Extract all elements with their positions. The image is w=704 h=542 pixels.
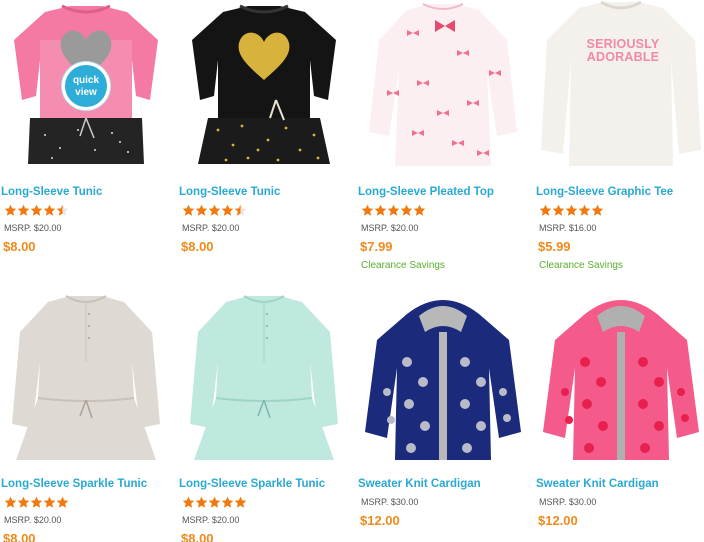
rating-stars (4, 496, 69, 510)
star-full-icon (552, 204, 565, 216)
star-full-icon (374, 204, 387, 216)
star-full-icon (30, 496, 43, 508)
star-half-icon (234, 204, 247, 216)
clearance-label: Clearance Savings (361, 260, 445, 271)
star-full-icon (208, 204, 221, 216)
star-full-icon (195, 496, 208, 508)
sale-price: $7.99 (360, 239, 393, 254)
product-name[interactable]: Sweater Knit Cardigan (536, 478, 659, 490)
product-name[interactable]: Long-Sleeve Tunic (179, 186, 280, 198)
quick-view-button[interactable]: quick view (62, 62, 110, 110)
graphic-text: SERIOUSLY ADORABLE (586, 37, 660, 64)
sale-price: $8.00 (181, 531, 214, 542)
sale-price: $8.00 (3, 531, 36, 542)
msrp-price: MSRP. $20.00 (182, 223, 240, 233)
msrp-price: MSRP. $30.00 (539, 497, 597, 507)
product-image-black-gold-heart-tunic[interactable] (178, 0, 350, 172)
sale-price: $8.00 (181, 239, 214, 254)
msrp-price: MSRP. $20.00 (361, 223, 419, 233)
rating-stars (361, 204, 426, 218)
star-full-icon (234, 496, 247, 508)
star-full-icon (56, 496, 69, 508)
product-card[interactable]: quick view Long-Sleeve Tunic MSRP. $20.0… (0, 0, 172, 260)
star-full-icon (361, 204, 374, 216)
star-full-icon (221, 496, 234, 508)
star-full-icon (182, 204, 195, 216)
product-name[interactable]: Long-Sleeve Graphic Tee (536, 186, 673, 198)
star-full-icon (387, 204, 400, 216)
star-full-icon (17, 204, 30, 216)
star-full-icon (578, 204, 591, 216)
star-full-icon (539, 204, 552, 216)
star-full-icon (17, 496, 30, 508)
product-grid: quick view Long-Sleeve Tunic MSRP. $20.0… (0, 0, 704, 542)
star-full-icon (413, 204, 426, 216)
star-full-icon (4, 496, 17, 508)
star-full-icon (43, 204, 56, 216)
rating-stars (182, 204, 247, 218)
star-full-icon (182, 496, 195, 508)
rating-stars (539, 204, 604, 218)
product-name[interactable]: Long-Sleeve Tunic (1, 186, 102, 198)
product-image-grey-sparkle-tunic[interactable] (0, 292, 172, 464)
star-full-icon (565, 204, 578, 216)
star-full-icon (591, 204, 604, 216)
star-full-icon (208, 496, 221, 508)
product-card[interactable]: Long-Sleeve Sparkle Tunic MSRP. $20.00 $… (178, 292, 350, 542)
product-name[interactable]: Long-Sleeve Pleated Top (358, 186, 494, 198)
msrp-price: MSRP. $16.00 (539, 223, 597, 233)
star-full-icon (4, 204, 17, 216)
star-half-icon (56, 204, 69, 216)
rating-stars (4, 204, 69, 218)
star-full-icon (221, 204, 234, 216)
product-name[interactable]: Long-Sleeve Sparkle Tunic (179, 478, 325, 490)
sale-price: $5.99 (538, 239, 571, 254)
product-image-mint-sparkle-tunic[interactable] (178, 292, 350, 464)
star-full-icon (43, 496, 56, 508)
msrp-price: MSRP. $20.00 (4, 515, 62, 525)
sale-price: $8.00 (3, 239, 36, 254)
product-name[interactable]: Sweater Knit Cardigan (358, 478, 481, 490)
product-card[interactable]: Long-Sleeve Pleated Top MSRP. $20.00 $7.… (357, 0, 529, 275)
msrp-price: MSRP. $20.00 (182, 515, 240, 525)
msrp-price: MSRP. $20.00 (4, 223, 62, 233)
product-image-white-graphic-tee[interactable] (535, 0, 704, 172)
product-card[interactable]: Long-Sleeve Sparkle Tunic MSRP. $20.00 $… (0, 292, 172, 542)
msrp-price: MSRP. $30.00 (361, 497, 419, 507)
product-card[interactable]: Sweater Knit Cardigan MSRP. $30.00 $12.0… (357, 292, 529, 542)
product-image-pink-bow-pleated-top[interactable] (357, 0, 529, 172)
star-full-icon (195, 204, 208, 216)
product-image-navy-dot-cardigan[interactable] (357, 292, 529, 464)
star-full-icon (400, 204, 413, 216)
product-image-pink-dot-cardigan[interactable] (535, 292, 704, 464)
product-card[interactable]: Long-Sleeve Tunic MSRP. $20.00 $8.00 (178, 0, 350, 260)
star-full-icon (30, 204, 43, 216)
product-name[interactable]: Long-Sleeve Sparkle Tunic (1, 478, 147, 490)
rating-stars (182, 496, 247, 510)
sale-price: $12.00 (538, 513, 578, 528)
sale-price: $12.00 (360, 513, 400, 528)
product-card[interactable]: SERIOUSLY ADORABLE Long-Sleeve Graphic T… (535, 0, 704, 275)
clearance-label: Clearance Savings (539, 260, 623, 271)
product-card[interactable]: Sweater Knit Cardigan MSRP. $30.00 $12.0… (535, 292, 704, 542)
